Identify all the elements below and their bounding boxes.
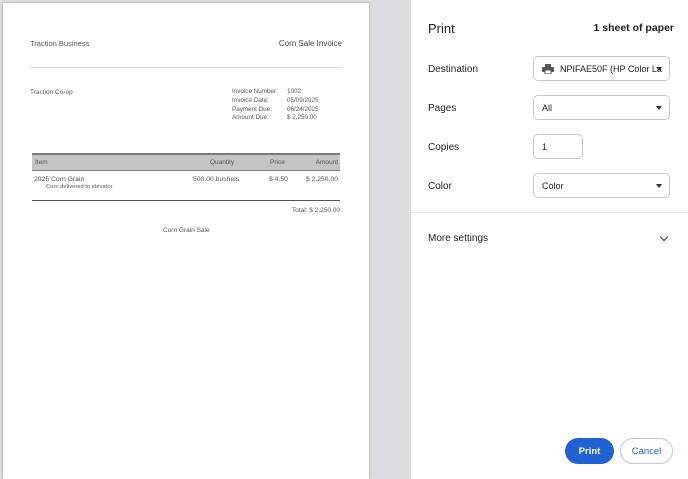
panel-title: Print	[428, 21, 455, 36]
pages-value: All	[542, 102, 553, 113]
caret-down-icon	[656, 106, 662, 110]
color-label: Color	[428, 181, 452, 192]
caret-down-icon	[656, 67, 662, 71]
table-bottom-rule	[32, 200, 340, 201]
caret-down-icon	[656, 184, 662, 188]
print-settings-panel: Print 1 sheet of paper Destination NPIFA…	[411, 0, 688, 479]
row-price: $ 4.50	[269, 176, 288, 183]
meta-label: Amount Due:	[232, 114, 269, 122]
invoice-total: Total: $ 2,250.00	[291, 207, 340, 214]
meta-value: 06/24/2025	[287, 105, 319, 113]
meta-label: Invoice Date:	[232, 96, 269, 104]
cancel-button[interactable]: Cancel	[620, 438, 673, 464]
header-divider	[30, 67, 342, 68]
meta-label: Invoice Number:	[232, 88, 278, 95]
destination-label: Destination	[428, 64, 479, 75]
pages-select[interactable]: All	[533, 95, 670, 120]
destination-value: NPIFAE50F (HP Color La	[560, 63, 662, 74]
copies-input[interactable]: 1	[533, 134, 583, 159]
invoice-table-header: Item Quantity Price Amount	[32, 153, 340, 171]
row-amount: $ 2,250.00	[305, 176, 338, 183]
more-settings-label: More settings	[428, 233, 489, 244]
pages-label: Pages	[428, 103, 457, 114]
col-header-quantity: Quantity	[210, 159, 235, 166]
copies-label: Copies	[428, 142, 460, 153]
row-quantity: 500.00 bushels	[193, 176, 240, 183]
business-name: Traction Business	[30, 39, 90, 48]
meta-value: $ 2,250.00	[287, 114, 317, 122]
print-preview-area: Traction Business Corn Sale Invoice Trac…	[0, 0, 411, 479]
print-button[interactable]: Print	[565, 438, 614, 464]
chevron-down-icon	[659, 232, 669, 242]
preview-page: Traction Business Corn Sale Invoice Trac…	[3, 3, 369, 479]
col-header-amount: Amount	[315, 159, 338, 166]
meta-value: 1002	[287, 88, 302, 95]
customer-name: Traction Co-op	[30, 89, 73, 96]
color-select[interactable]: Color	[533, 173, 670, 198]
footer-note: Corn Grain Sale	[163, 227, 210, 234]
settings-divider	[411, 212, 688, 213]
meta-value: 05/09/2025	[287, 96, 319, 104]
row-description: Corn delivered to elevator	[46, 184, 113, 190]
printer-icon	[542, 63, 554, 74]
sheet-count: 1 sheet of paper	[593, 22, 674, 34]
destination-select[interactable]: NPIFAE50F (HP Color La	[533, 56, 670, 81]
col-header-item: Item	[35, 159, 48, 166]
meta-label: Payment Due:	[232, 105, 272, 113]
col-header-price: Price	[270, 159, 285, 166]
invoice-meta: Invoice Number: 1002 Invoice Date: 05/09…	[232, 88, 319, 123]
invoice-title: Corn Sale Invoice	[278, 39, 342, 48]
color-value: Color	[542, 180, 564, 191]
